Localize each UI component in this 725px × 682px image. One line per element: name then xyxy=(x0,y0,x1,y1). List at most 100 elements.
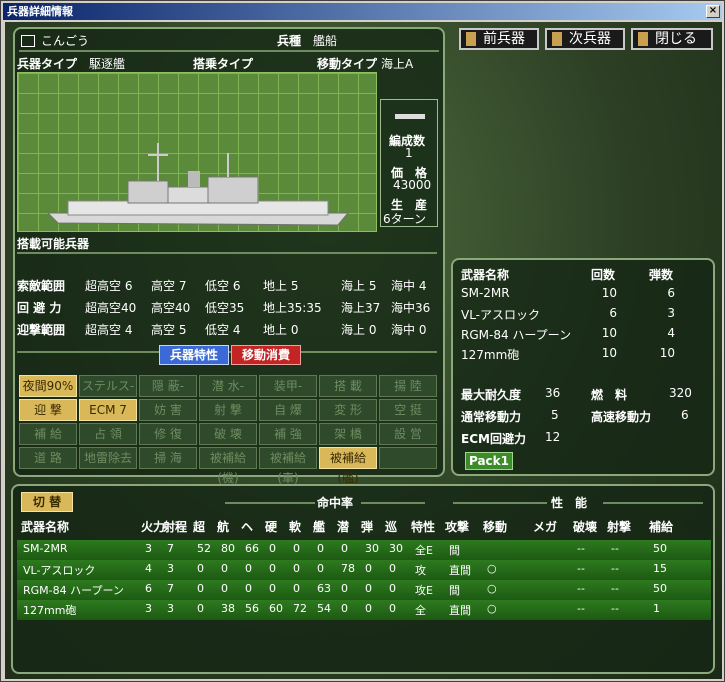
weapon-stat: -- xyxy=(577,562,585,575)
weapon-name: VL-アスロック xyxy=(23,564,96,577)
fast-move-label: 高速移動力 xyxy=(591,410,652,424)
range-value: 低空 6 xyxy=(205,279,241,293)
tab-traits[interactable]: 兵器特性 xyxy=(159,345,229,365)
weapon-stat: 3 xyxy=(667,306,675,320)
close-button[interactable]: 閉じる xyxy=(631,28,713,50)
range-value: 超高空 6 xyxy=(85,279,133,293)
column-header: 潜 xyxy=(337,520,350,534)
table-row[interactable] xyxy=(17,540,711,560)
column-header: ヘ xyxy=(241,520,254,534)
column-header: メガ xyxy=(533,520,558,534)
close-label: 閉じる xyxy=(655,31,697,47)
ability-cell: 被補給(艦) xyxy=(319,447,377,485)
production-value: 6ターン xyxy=(383,212,427,226)
weapon-stat: 0 xyxy=(389,562,396,575)
weapon-stat: 0 xyxy=(341,602,348,615)
ability-cell: 揚 陸 xyxy=(379,375,437,397)
next-weapon-label: 次兵器 xyxy=(569,31,611,47)
ability-cell: 迎 撃 xyxy=(19,399,77,421)
ability-cell: 装甲- xyxy=(259,375,317,397)
tab-move-cost[interactable]: 移動消費 xyxy=(231,345,301,365)
book-icon xyxy=(638,32,648,46)
weapon-stat: 0 xyxy=(341,582,348,595)
prev-weapon-label: 前兵器 xyxy=(483,31,525,47)
ability-cell: 補 強 xyxy=(259,423,317,445)
weapon-stat: 38 xyxy=(221,602,235,615)
range-value: 地上 0 xyxy=(263,323,299,337)
weapon-stat: 15 xyxy=(653,562,667,575)
weapon-stat: 50 xyxy=(653,542,667,555)
ability-cell: 搭 載 xyxy=(319,375,377,397)
fuel-label: 燃 料 xyxy=(591,388,628,402)
weapon-stat: 0 xyxy=(365,602,372,615)
weapon-name: VL-アスロック xyxy=(461,308,541,322)
weapons-detail-panel: 切 替 命中率 性 能 武器名称 火力 射程超航ヘ硬軟艦潜弾巡特性 攻撃 移動 メガ 破壊射… xyxy=(11,484,715,674)
ability-cell: 設 営 xyxy=(379,423,437,445)
ability-cell: ステルス- xyxy=(79,375,137,397)
performance-group-label: 性 能 xyxy=(551,496,588,510)
weapon-stat: 66 xyxy=(245,542,259,555)
weapon-stat: 4 xyxy=(667,326,675,340)
ship-mini-icon xyxy=(395,114,425,119)
max-hp-label: 最大耐久度 xyxy=(461,388,522,402)
weapon-stat: 30 xyxy=(389,542,403,555)
range-value: 地上35:35 xyxy=(263,301,322,315)
weapon-stat: 6 xyxy=(145,582,152,595)
weapon-name: 127mm砲 xyxy=(461,348,520,362)
ability-cell: 架 橋 xyxy=(319,423,377,445)
ecm-label: ECM回避力 xyxy=(461,432,526,446)
column-header: 射程 xyxy=(163,520,188,534)
divider xyxy=(19,50,439,52)
weapon-stat: 0 xyxy=(293,582,300,595)
switch-button[interactable]: 切 替 xyxy=(21,492,73,512)
stats-box: 編成数 1 価 格 43000 生 産 6ターン xyxy=(380,99,438,227)
range-value: 低空35 xyxy=(205,301,245,315)
weapon-stat: 0 xyxy=(221,562,228,575)
ability-grid: 夜間90% ステルス- 隠 蔽- 潜 水- 装甲- 搭 載揚 陸迎 撃 ECM 7妨 害射 … xyxy=(19,375,439,485)
weapon-stat: -- xyxy=(577,582,585,595)
fast-move-value: 6 xyxy=(681,408,689,422)
divider xyxy=(225,502,315,504)
range-value: 海上 0 xyxy=(341,323,377,337)
evasion-label: 回 避 力 xyxy=(17,301,62,315)
weapon-stat: 3 xyxy=(167,602,174,615)
weapon-stat: 10 xyxy=(601,326,617,340)
weapon-stat: -- xyxy=(577,602,585,615)
range-value: 高空40 xyxy=(151,301,191,315)
range-value: 高空 7 xyxy=(151,279,187,293)
weapons-summary-panel: 武器名称 回数 弾数 SM-2MR 10 6 VL-アスロック 6 3 RGM-84 ハープ… xyxy=(451,258,715,476)
weapon-stat: 50 xyxy=(653,582,667,595)
weapon-stat: 0 xyxy=(293,562,300,575)
column-header: 航 xyxy=(217,520,230,534)
close-icon[interactable]: × xyxy=(706,5,720,18)
weapon-stat: 0 xyxy=(245,582,252,595)
next-weapon-button[interactable]: 次兵器 xyxy=(545,28,625,50)
prev-weapon-button[interactable]: 前兵器 xyxy=(459,28,539,50)
ability-cell: 被補給(車) xyxy=(259,447,317,485)
weapon-stat: 直間 xyxy=(449,564,471,577)
normal-move-label: 通常移動力 xyxy=(461,410,522,424)
table-row[interactable] xyxy=(17,600,711,620)
range-value: 地上 5 xyxy=(263,279,299,293)
carry-type-label: 搭乗タイプ xyxy=(193,57,254,71)
ability-cell: 掃 海 xyxy=(139,447,197,469)
ability-cell: 夜間90% xyxy=(19,375,77,397)
price-value: 43000 xyxy=(393,178,432,192)
ecm-value: 12 xyxy=(545,430,561,444)
unit-info-panel: こんごう 兵種 艦船 兵器タイプ 駆逐艦 搭乗タイプ 移動タイプ 海上A 編成数… xyxy=(13,27,445,485)
weapon-stat: 0 xyxy=(221,582,228,595)
table-row[interactable] xyxy=(17,560,711,580)
ability-cell: 射 撃 xyxy=(199,399,257,421)
ability-cell xyxy=(379,447,437,469)
range-value: 超高空 4 xyxy=(85,323,133,337)
weapon-stat: 30 xyxy=(365,542,379,555)
column-header: 軟 xyxy=(289,520,302,534)
weapon-stat: 0 xyxy=(317,562,324,575)
weapon-stat: 0 xyxy=(269,582,276,595)
weapon-stat: 0 xyxy=(365,562,372,575)
weapon-stat: 0 xyxy=(293,542,300,555)
weapon-stat: 54 xyxy=(317,602,331,615)
ability-cell: 地雷除去 xyxy=(79,447,137,469)
pack-button[interactable]: Pack1 xyxy=(465,452,513,470)
book-icon xyxy=(552,32,562,46)
